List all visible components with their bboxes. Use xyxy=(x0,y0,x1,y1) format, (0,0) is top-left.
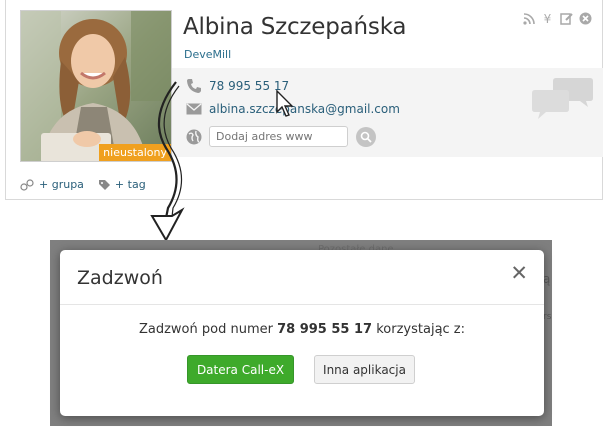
other-app-button[interactable]: Inna aplikacja xyxy=(314,355,415,384)
www-row xyxy=(185,126,376,147)
contact-card: nieustalony Albina Szczepańska DeveMill … xyxy=(5,0,603,200)
tag-icon xyxy=(98,179,110,190)
call-dialog: Zadzwoń ✕ Zadzwoń pod numer 78 995 55 17… xyxy=(60,250,544,416)
chat-bubbles-icon xyxy=(532,76,594,126)
dialog-message: Zadzwoń pod numer 78 995 55 17 korzystaj… xyxy=(60,322,544,337)
stage: nieustalony Albina Szczepańska DeveMill … xyxy=(0,0,608,427)
company-link[interactable]: DeveMill xyxy=(184,48,231,61)
edit-icon[interactable] xyxy=(559,11,574,26)
search-icon xyxy=(360,131,372,143)
phone-row: 78 995 55 17 xyxy=(185,78,289,94)
add-group-label: + grupa xyxy=(39,178,84,191)
search-button[interactable] xyxy=(356,126,376,147)
yen-icon[interactable]: ¥ xyxy=(540,11,555,26)
close-icon[interactable]: ✕ xyxy=(510,263,528,284)
mouse-cursor-icon xyxy=(276,90,294,117)
dialog-title: Zadzwoń xyxy=(77,267,163,289)
message-suffix: korzystając z: xyxy=(376,322,466,337)
contact-details-panel: 78 995 55 17 albina.szczepanska@gmail.co… xyxy=(172,68,603,157)
message-prefix: Zadzwoń pod numer xyxy=(138,322,273,337)
group-icon xyxy=(20,178,34,191)
email-link[interactable]: albina.szczepanska@gmail.com xyxy=(209,102,400,116)
add-group-button[interactable]: + grupa xyxy=(20,178,84,191)
background-edge-text-2: rs xyxy=(543,312,552,322)
datera-call-button[interactable]: Datera Call-eX xyxy=(187,355,294,384)
contact-name: Albina Szczepańska xyxy=(183,14,407,40)
dialog-divider xyxy=(60,304,544,305)
background-edge-text: ą xyxy=(543,272,551,286)
tags-row: + grupa + tag xyxy=(20,178,146,191)
close-circle-icon[interactable] xyxy=(578,11,593,26)
card-actions: ¥ xyxy=(521,11,593,26)
rss-icon[interactable] xyxy=(521,11,536,26)
phone-number: 78 995 55 17 xyxy=(277,322,373,337)
annotation-arrow xyxy=(150,81,185,243)
www-input[interactable] xyxy=(209,126,348,147)
